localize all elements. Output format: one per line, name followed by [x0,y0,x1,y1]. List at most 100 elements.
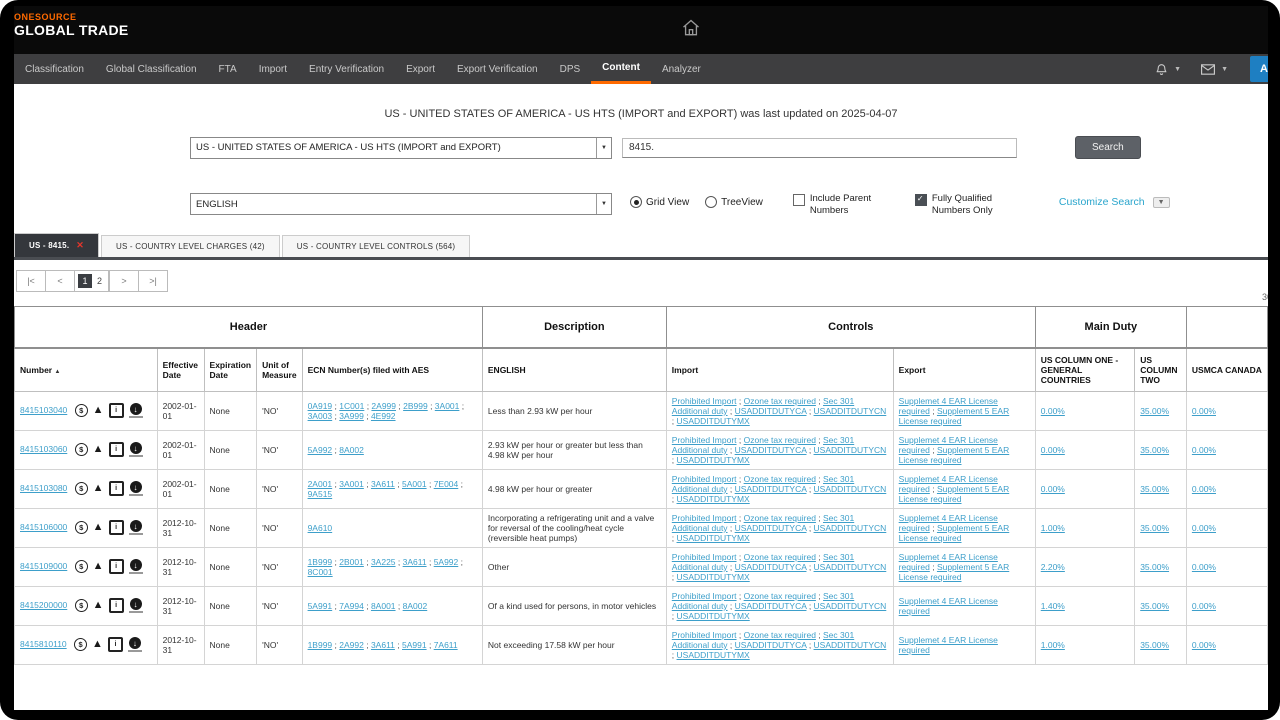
column-header-effective-date[interactable]: Effective Date [157,348,204,392]
warning-triangle-icon[interactable]: ▲ [93,522,104,533]
link-usadditdutycn[interactable]: USADDITDUTYCN [814,523,887,533]
link-usadditdutycn[interactable]: USADDITDUTYCN [814,640,887,650]
nav-item-content[interactable]: Content [591,54,651,84]
radio-icon[interactable] [630,196,642,208]
warning-triangle-icon[interactable]: ▲ [93,405,104,416]
dollar-circle-icon[interactable]: $ [75,482,88,495]
download-icon[interactable]: ↓ [129,559,143,574]
download-icon[interactable]: ↓ [129,520,143,535]
duty-link[interactable]: 0.00% [1192,523,1216,533]
nav-item-entry-verification[interactable]: Entry Verification [298,54,395,84]
column-header-export[interactable]: Export [893,348,1035,392]
dollar-circle-icon[interactable]: $ [75,599,88,612]
download-icon[interactable]: ↓ [129,481,143,496]
duty-link[interactable]: 1.00% [1041,640,1065,650]
link-9a515[interactable]: 9A515 [308,489,333,499]
link-usadditdutyca[interactable]: USADDITDUTYCA [735,523,807,533]
checkbox-fully-qualified-numbers-only[interactable]: Fully Qualified Numbers Only [915,193,1007,217]
customize-search-caret-icon[interactable]: ▼ [1153,197,1170,208]
duty-link[interactable]: 35.00% [1140,484,1169,494]
link-3a001[interactable]: 3A001 [339,479,364,489]
warning-triangle-icon[interactable]: ▲ [93,444,104,455]
column-header-import[interactable]: Import [666,348,893,392]
view-option-grid-view[interactable]: Grid View [630,196,689,208]
nav-item-import[interactable]: Import [248,54,298,84]
user-avatar[interactable]: A [1250,56,1268,82]
link-usadditdutycn[interactable]: USADDITDUTYCN [814,445,887,455]
sort-asc-icon[interactable]: ▲ [55,369,61,375]
duty-link[interactable]: 35.00% [1140,562,1169,572]
search-input[interactable]: 8415. [622,138,1017,158]
first-page-button[interactable]: |< [16,270,46,292]
last-page-button[interactable]: >| [139,270,168,292]
link-ozone-tax-required[interactable]: Ozone tax required [744,396,816,406]
info-box-icon[interactable]: i [109,520,124,535]
dollar-circle-icon[interactable]: $ [75,521,88,534]
dataset-select-caret-icon[interactable]: ▼ [596,138,611,158]
link-prohibited-import[interactable]: Prohibited Import [672,591,737,601]
nav-item-export-verification[interactable]: Export Verification [446,54,549,84]
link-prohibited-import[interactable]: Prohibited Import [672,513,737,523]
nav-item-global-classification[interactable]: Global Classification [95,54,208,84]
view-option-treeview[interactable]: TreeView [705,196,763,208]
link-3a225[interactable]: 3A225 [371,557,396,567]
link-5a001[interactable]: 5A001 [402,479,427,489]
dollar-circle-icon[interactable]: $ [75,443,88,456]
link-ozone-tax-required[interactable]: Ozone tax required [744,435,816,445]
hts-number-link[interactable]: 8415200000 [20,600,67,610]
link-usadditdutymx[interactable]: USADDITDUTYMX [677,611,750,621]
link-usadditdutymx[interactable]: USADDITDUTYMX [677,572,750,582]
download-icon[interactable]: ↓ [128,637,142,652]
column-header-us-column-one-general-countries[interactable]: US COLUMN ONE - GENERAL COUNTRIES [1035,348,1134,392]
download-icon[interactable]: ↓ [129,442,143,457]
link-2b001[interactable]: 2B001 [339,557,364,567]
duty-link[interactable]: 0.00% [1192,445,1216,455]
messages-caret-icon[interactable]: ▼ [1221,66,1228,73]
link-usadditdutymx[interactable]: USADDITDUTYMX [677,650,750,660]
link-3a003[interactable]: 3A003 [308,411,333,421]
link-1c001[interactable]: 1C001 [339,401,364,411]
duty-link[interactable]: 2.20% [1041,562,1065,572]
link-ozone-tax-required[interactable]: Ozone tax required [744,552,816,562]
checkbox-icon[interactable] [793,194,805,206]
link-ozone-tax-required[interactable]: Ozone tax required [744,513,816,523]
link-0a919[interactable]: 0A919 [308,401,333,411]
link-3a999[interactable]: 3A999 [339,411,364,421]
warning-triangle-icon[interactable]: ▲ [93,561,104,572]
warning-triangle-icon[interactable]: ▲ [93,600,104,611]
column-header-ecn-number-s-filed-with-aes[interactable]: ECN Number(s) filed with AES [302,348,482,392]
link-prohibited-import[interactable]: Prohibited Import [672,435,737,445]
customize-search-link[interactable]: Customize Search [1059,196,1145,208]
link-supplemet-4-ear-license-required[interactable]: Supplemet 4 EAR License required [899,635,998,655]
info-box-icon[interactable]: i [109,559,124,574]
link-usadditdutyca[interactable]: USADDITDUTYCA [735,601,807,611]
link-prohibited-import[interactable]: Prohibited Import [672,474,737,484]
page-size-indicator[interactable]: 30 [1262,292,1268,302]
tab-us-8415-[interactable]: US - 8415.✕ [14,233,99,257]
link-2b999[interactable]: 2B999 [403,401,428,411]
messages-envelope-icon[interactable] [1201,64,1215,75]
hts-number-link[interactable]: 8415103060 [20,444,67,454]
link-usadditdutycn[interactable]: USADDITDUTYCN [814,406,887,416]
duty-link[interactable]: 35.00% [1140,445,1169,455]
duty-link[interactable]: 0.00% [1192,640,1216,650]
prev-page-button[interactable]: < [46,270,75,292]
link-5a992[interactable]: 5A992 [434,557,459,567]
link-8a002[interactable]: 8A002 [339,445,364,455]
language-select[interactable]: ENGLISH ▼ [190,193,612,215]
hts-number-link[interactable]: 8415109000 [20,561,67,571]
link-prohibited-import[interactable]: Prohibited Import [672,552,737,562]
link-7e004[interactable]: 7E004 [434,479,459,489]
link-2a992[interactable]: 2A992 [339,640,364,650]
column-header-usmca-canada[interactable]: USMCA CANADA [1186,348,1267,392]
link-3a611[interactable]: 3A611 [371,640,395,650]
link-5a992[interactable]: 5A992 [308,445,333,455]
duty-link[interactable]: 1.00% [1041,523,1065,533]
link-7a994[interactable]: 7A994 [339,601,364,611]
info-box-icon[interactable]: i [108,637,123,652]
link-usadditdutycn[interactable]: USADDITDUTYCN [814,484,887,494]
link-usadditdutymx[interactable]: USADDITDUTYMX [677,416,750,426]
radio-icon[interactable] [705,196,717,208]
link-usadditdutymx[interactable]: USADDITDUTYMX [677,533,750,543]
checkbox-include-parent-numbers[interactable]: Include Parent Numbers [793,193,885,217]
